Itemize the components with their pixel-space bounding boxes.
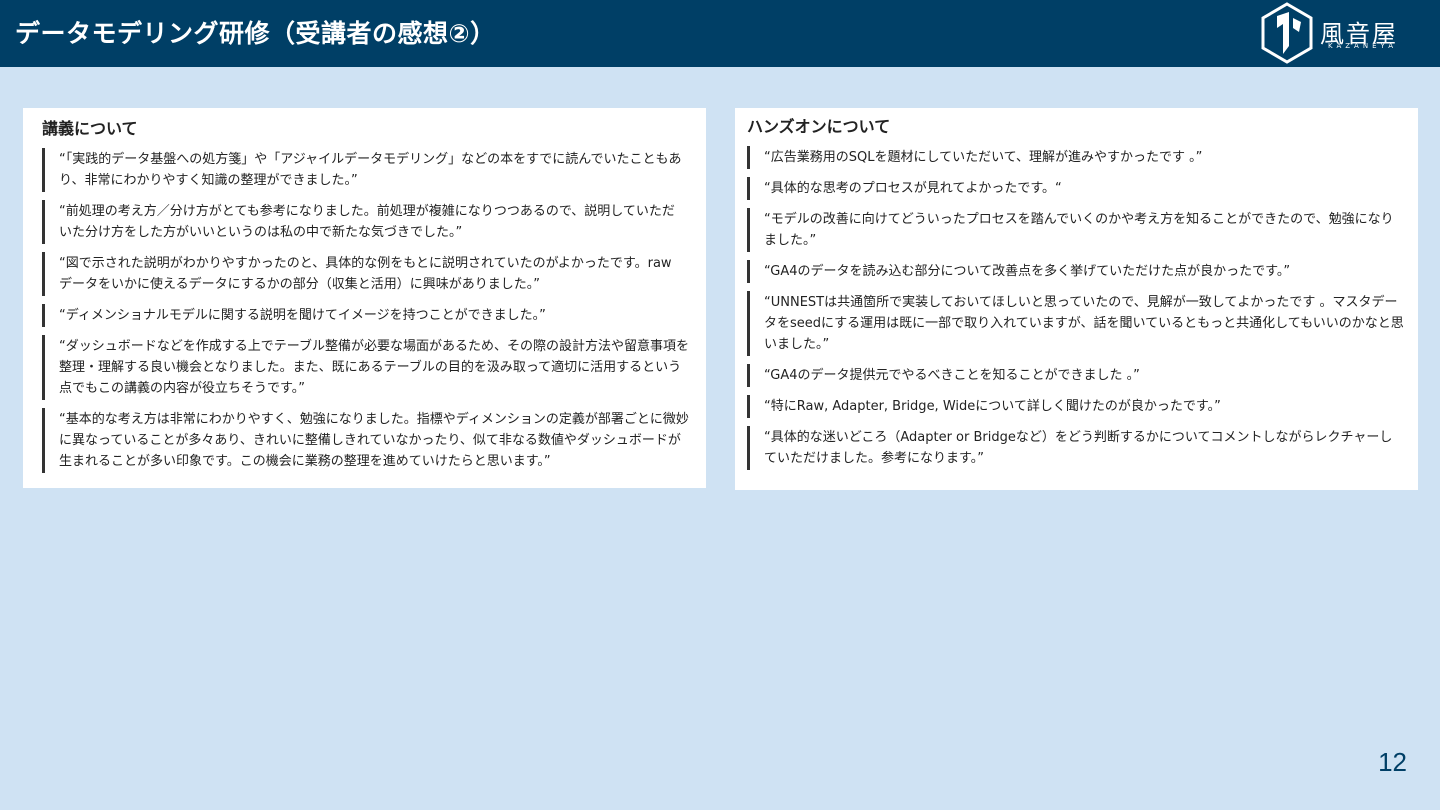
- quote: “広告業務用のSQLを題材にしていただいて、理解が進みやすかったです 。”: [747, 146, 1407, 169]
- quote: “具体的な迷いどころ（Adapter or Bridgeなど）をどう判断するかに…: [747, 426, 1402, 470]
- quote: “基本的な考え方は非常にわかりやすく、勉強になりました。指標やディメンションの定…: [42, 408, 692, 473]
- quote: “GA4のデータを読み込む部分について改善点を多く挙げていただけた点が良かったで…: [747, 260, 1407, 283]
- quote: “UNNESTは共通箇所で実装しておいてほしいと思っていたので、見解が一致してよ…: [747, 291, 1409, 356]
- quote: “具体的な思考のプロセスが見れてよかったです。“: [747, 177, 1407, 200]
- page-number: 12: [1378, 747, 1407, 777]
- logo-sub: KAZANEYA: [1328, 42, 1398, 50]
- quote: “ダッシュボードなどを作成する上でテーブル整備が必要な場面があるため、その際の設…: [42, 335, 692, 400]
- quote: “「実践的データ基盤への処方箋」や「アジャイルデータモデリング」などの本をすでに…: [42, 148, 682, 192]
- quote: “GA4のデータ提供元でやるべきことを知ることができました 。”: [747, 364, 1407, 387]
- quote: “ディメンショナルモデルに関する説明を聞けてイメージを持つことができました。”: [42, 304, 682, 327]
- header-bar: データモデリング研修（受講者の感想②） 風音屋 KAZANEYA: [0, 0, 1440, 67]
- kazaneya-logo-icon: [1261, 2, 1313, 64]
- quote: “前処理の考え方／分け方がとても参考になりました。前処理が複雑になりつつあるので…: [42, 200, 682, 244]
- quote: “特にRaw, Adapter, Bridge, Wideについて詳しく聞けたの…: [747, 395, 1407, 418]
- company-logo: 風音屋 KAZANEYA: [1259, 2, 1409, 64]
- page-title: データモデリング研修（受講者の感想②）: [15, 19, 496, 48]
- quote: “図で示された説明がわかりやすかったのと、具体的な例をもとに説明されていたのがよ…: [42, 252, 682, 296]
- handson-feedback-panel: ハンズオンについて “広告業務用のSQLを題材にしていただいて、理解が進みやすか…: [735, 108, 1418, 490]
- lecture-feedback-panel: 講義について “「実践的データ基盤への処方箋」や「アジャイルデータモデリング」な…: [23, 108, 706, 488]
- quote: “モデルの改善に向けてどういったプロセスを踏んでいくのかや考え方を知ることができ…: [747, 208, 1402, 252]
- panel-heading: 講義について: [42, 119, 138, 138]
- panel-heading: ハンズオンについて: [747, 117, 891, 136]
